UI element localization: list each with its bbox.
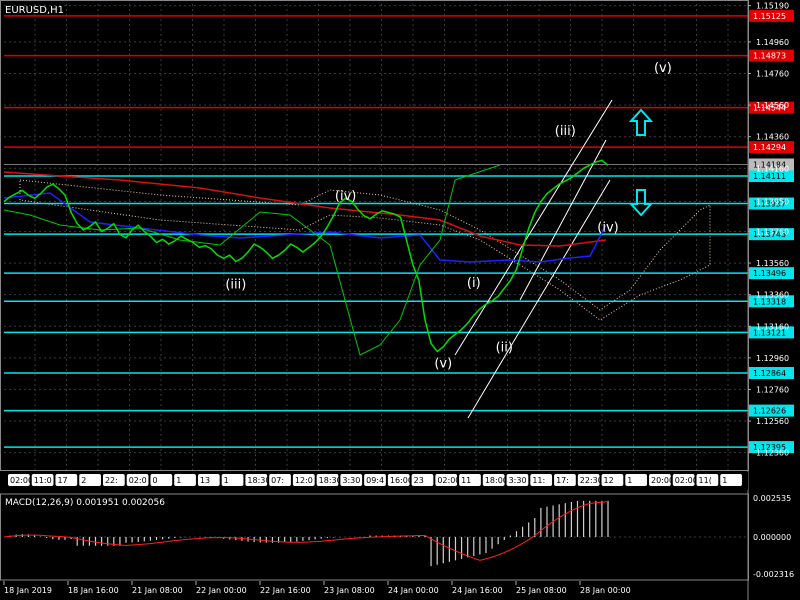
time-strip-label: 11( bbox=[699, 476, 712, 485]
time-strip-label: 11 bbox=[461, 476, 471, 485]
time-strip-label: 1 bbox=[722, 476, 727, 485]
price-tick-label: 1.13950 bbox=[756, 197, 789, 206]
time-strip-label: 18:30 bbox=[247, 476, 270, 485]
price-tick-label: 1.13560 bbox=[756, 259, 789, 268]
price-tick-label: 1.14160 bbox=[756, 164, 789, 173]
macd-tick-label: 0.002535 bbox=[753, 494, 791, 503]
down-arrow-icon bbox=[628, 189, 654, 217]
macd-label: MACD(12,26,9) 0.001951 0.002056 bbox=[5, 498, 165, 508]
time-strip-label: 11:0 bbox=[34, 476, 52, 485]
wave-label: (ii) bbox=[496, 341, 513, 356]
support-level-label: 1.13496 bbox=[753, 269, 786, 278]
time-tick-label: 22 Jan 16:00 bbox=[260, 586, 311, 595]
time-strip-label: 1 bbox=[627, 476, 632, 485]
price-tick-label: 1.13360 bbox=[756, 291, 789, 300]
time-strip-label: 22:30 bbox=[580, 476, 603, 485]
time-strip-label: 02:00 bbox=[10, 476, 33, 485]
time-strip-label: 02:0 bbox=[129, 476, 147, 485]
main-frame bbox=[0, 0, 749, 471]
price-tick-label: 1.15190 bbox=[756, 2, 789, 11]
resistance-level-label: 1.14873 bbox=[753, 52, 786, 61]
time-strip-label: 22: bbox=[105, 476, 118, 485]
channel-line[interactable] bbox=[454, 99, 613, 356]
price-tick-label: 1.14560 bbox=[756, 101, 789, 110]
chart-title: EURUSD,H1 bbox=[5, 5, 64, 16]
time-tick-label: 21 Jan 08:00 bbox=[132, 586, 183, 595]
time-tick-label: 18 Jan 2019 bbox=[4, 586, 52, 595]
time-strip-label: 12:0 bbox=[295, 476, 313, 485]
time-tick-label: 22 Jan 00:00 bbox=[196, 586, 247, 595]
time-strip-label: 2 bbox=[81, 476, 86, 485]
time-tick-label: 18 Jan 16:00 bbox=[68, 586, 119, 595]
support-level-label: 1.12864 bbox=[753, 369, 786, 378]
time-strip-label: 0 bbox=[152, 476, 157, 485]
time-strip-label: 18:30 bbox=[319, 476, 342, 485]
price-tick-label: 1.14960 bbox=[756, 38, 789, 47]
price-tick-label: 1.14360 bbox=[756, 133, 789, 142]
eurusd-chart[interactable]: 1.151251.148731.145441.142941.141111.139… bbox=[0, 0, 800, 600]
wave-label: (v) bbox=[654, 61, 672, 76]
time-strip-label: 3:30 bbox=[509, 476, 527, 485]
time-strip-label: 12 bbox=[604, 476, 614, 485]
time-strip-label: 20:00 bbox=[651, 476, 674, 485]
price-line bbox=[3, 159, 609, 353]
wave-label: (iv) bbox=[335, 189, 356, 204]
macd-tick-label: -0.002316 bbox=[753, 570, 794, 579]
up-arrow-icon bbox=[628, 108, 654, 136]
price-tick-label: 1.13160 bbox=[756, 322, 789, 331]
wave-label: (iv) bbox=[597, 220, 618, 235]
price-tick-label: 1.14760 bbox=[756, 70, 789, 79]
wave-label: (i) bbox=[467, 276, 481, 291]
time-tick-label: 23 Jan 08:00 bbox=[324, 586, 375, 595]
time-strip-label: 07: bbox=[271, 476, 284, 485]
support-level-label: 1.12626 bbox=[753, 407, 786, 416]
price-tick-label: 1.12560 bbox=[756, 417, 789, 426]
resistance-level-label: 1.15125 bbox=[753, 12, 786, 21]
resistance-level-label: 1.14294 bbox=[753, 143, 786, 152]
price-tick-label: 1.12960 bbox=[756, 354, 789, 363]
time-tick-label: 25 Jan 08:00 bbox=[516, 586, 567, 595]
time-strip-label: 23 bbox=[414, 476, 424, 485]
time-tick-label: 24 Jan 16:00 bbox=[452, 586, 503, 595]
time-strip-label: 16:00 bbox=[390, 476, 413, 485]
wave-label: (v) bbox=[434, 356, 452, 371]
macd-signal-line bbox=[3, 501, 609, 561]
time-strip-label: 09:4 bbox=[366, 476, 384, 485]
wave-label: (iii) bbox=[225, 277, 246, 292]
time-strip-label: 11: bbox=[532, 476, 545, 485]
time-strip-label: 17: bbox=[556, 476, 569, 485]
time-strip-label: 02:00 bbox=[675, 476, 698, 485]
chart-grid bbox=[0, 0, 749, 471]
price-tick-label: 1.13760 bbox=[756, 227, 789, 236]
time-label-strip: 02:00 11:0 17 2 22: 02:0 0 1 13 1 18:30 07: 12:0 18:3… bbox=[4, 472, 748, 490]
price-series bbox=[3, 159, 609, 353]
support-level-label: 1.14111 bbox=[753, 172, 786, 181]
price-tick-label: 1.12360 bbox=[756, 449, 789, 458]
time-strip-label: 1 bbox=[224, 476, 229, 485]
time-strip-label: 1 bbox=[176, 476, 181, 485]
time-strip-label: 02:00 bbox=[437, 476, 460, 485]
time-strip-label: 17 bbox=[57, 476, 67, 485]
wave-label: (iii) bbox=[555, 124, 576, 139]
time-strip-label: 18:00 bbox=[485, 476, 508, 485]
time-tick-label: 28 Jan 00:00 bbox=[580, 586, 631, 595]
time-strip-label: 13 bbox=[200, 476, 210, 485]
time-strip-label: 3:30 bbox=[342, 476, 360, 485]
time-tick-label: 24 Jan 00:00 bbox=[388, 586, 439, 595]
time-axis: 18 Jan 2019 18 Jan 16:00 21 Jan 08:00 22 Ja… bbox=[3, 581, 631, 595]
price-tick-label: 1.12760 bbox=[756, 385, 789, 394]
macd-tick-label: 0.000000 bbox=[753, 533, 791, 542]
